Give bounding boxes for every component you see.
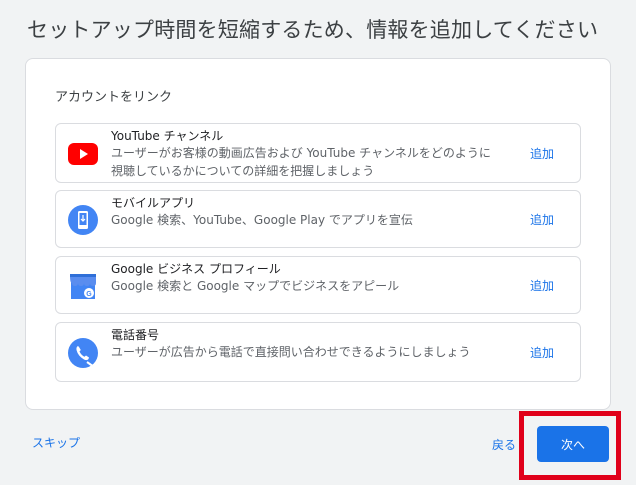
page-title: セットアップ時間を短縮するため、情報を追加してください xyxy=(27,18,599,42)
item-description: ユーザーが広告から電話で直接問い合わせできるようにしましょう xyxy=(111,345,471,359)
svg-text:G: G xyxy=(86,291,92,298)
list-item-youtube: YouTube チャンネル ユーザーがお客様の動画広告および YouTube チ… xyxy=(55,123,581,183)
mobile-app-icon xyxy=(68,205,98,235)
list-item-business-profile: G Google ビジネス プロフィール Google 検索と Google マ… xyxy=(55,256,581,314)
business-profile-icon: G xyxy=(68,271,98,301)
add-mobile-app-link[interactable]: 追加 xyxy=(530,211,554,228)
add-phone-number-link[interactable]: 追加 xyxy=(530,344,554,361)
item-title: 電話番号 xyxy=(111,328,160,342)
add-youtube-link[interactable]: 追加 xyxy=(530,145,554,162)
phone-icon xyxy=(68,338,98,368)
item-description: Google 検索と Google マップでビジネスをアピール xyxy=(111,279,400,293)
item-description: Google 検索、YouTube、Google Play でアプリを宣伝 xyxy=(111,213,413,227)
add-business-profile-link[interactable]: 追加 xyxy=(530,277,554,294)
item-title: モバイルアプリ xyxy=(111,196,196,210)
youtube-icon xyxy=(68,139,98,169)
next-button[interactable]: 次へ xyxy=(537,426,609,462)
skip-button[interactable]: スキップ xyxy=(32,434,80,451)
section-title: アカウントをリンク xyxy=(55,90,173,105)
item-title: Google ビジネス プロフィール xyxy=(111,262,281,276)
list-item-phone-number: 電話番号 ユーザーが広告から電話で直接問い合わせできるようにしましょう 追加 xyxy=(55,322,581,382)
back-button[interactable]: 戻る xyxy=(492,436,516,453)
setup-page: セットアップ時間を短縮するため、情報を追加してください アカウントをリンク Yo… xyxy=(0,0,636,485)
link-accounts-card: アカウントをリンク YouTube チャンネル ユーザーがお客様の動画広告および… xyxy=(25,58,611,410)
list-item-mobile-app: モバイルアプリ Google 検索、YouTube、Google Play でア… xyxy=(55,190,581,248)
item-description: ユーザーがお客様の動画広告および YouTube チャンネルをどのように視聴して… xyxy=(111,146,491,178)
item-title: YouTube チャンネル xyxy=(111,129,224,143)
